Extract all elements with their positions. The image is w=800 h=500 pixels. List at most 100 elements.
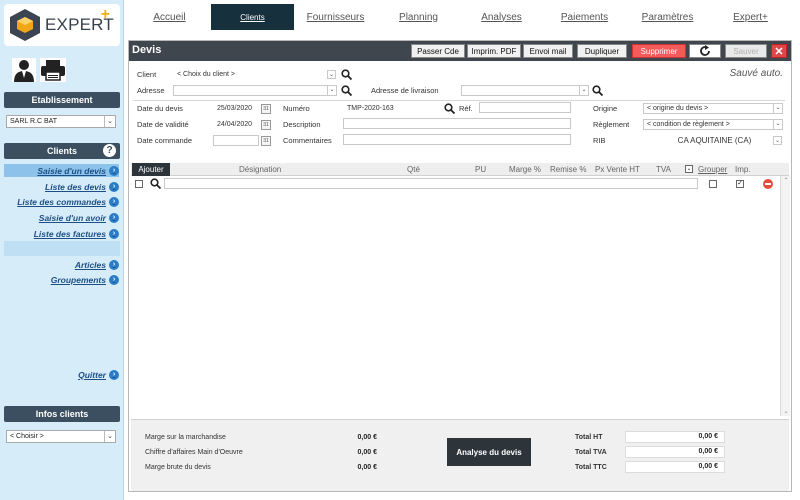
client-select[interactable]: < Choix du client > ⌄ [173,69,337,80]
date-commande-label: Date commande [137,136,193,145]
numero-label: Numéro [283,104,310,113]
col-qte: Qté [407,165,420,174]
description-label: Description [283,120,321,129]
rib-value: CA AQUITAINE (CA) [677,136,752,145]
adresse-select[interactable]: ⌄ [173,85,337,96]
tab-analyses[interactable]: Analyses [460,4,543,30]
designation-input[interactable] [164,178,698,189]
lines-scrollbar[interactable]: ⌃ ⌄ [780,176,790,416]
ajouter-button[interactable]: Ajouter [132,163,170,176]
ref-label: Réf. [459,104,473,113]
sidebar-item-saisie-devis[interactable]: Saisie d'un devis › [4,164,119,177]
date-validite-input[interactable]: 24/04/2020 [213,119,259,130]
etablissement-title: Etablissement [4,92,120,108]
search-icon[interactable] [341,69,352,80]
sidebar-item-label: Groupements [50,274,106,285]
help-icon[interactable]: ? [103,144,116,157]
sidebar-item-liste-factures[interactable]: Liste des factures › [34,227,119,240]
numero-input[interactable]: TMP-2020-163 [343,103,439,114]
user-icons [12,58,66,82]
reglement-label: Règlement [593,120,630,129]
grouper-checkbox[interactable] [709,180,717,188]
imp-checkbox[interactable]: ✓ [736,180,744,188]
tva-dropdown-icon[interactable]: ⌄ [685,165,693,173]
reglement-select[interactable]: < condition de règlement > ⌄ [643,119,783,130]
top-nav: Accueil Clients Fournisseurs Planning An… [128,4,792,30]
etablissement-select[interactable]: SARL R.C BAT ⌄ [6,115,116,128]
sidebar-item-liste-devis[interactable]: Liste des devis › [45,180,119,193]
arrow-right-icon: › [109,274,119,285]
search-icon[interactable] [150,178,161,189]
refresh-button[interactable] [689,44,721,58]
lines-table-body: ✓ [131,176,779,416]
infos-clients-value: < Choisir > [10,433,44,440]
marge-brute-value: 0,00 € [357,464,377,471]
search-icon[interactable] [592,85,603,96]
ref-input[interactable] [479,102,571,113]
dupliquer-button[interactable]: Dupliquer [577,44,627,58]
search-icon[interactable] [341,85,352,96]
clients-title-label: Clients [46,146,77,156]
app-brand-plus: + [100,6,110,23]
sidebar-item-articles[interactable]: Articles › [75,258,119,271]
sidebar-item-label: Saisie d'un devis [37,165,106,176]
tab-accueil[interactable]: Accueil [128,4,211,30]
scroll-down-icon[interactable]: ⌄ [781,408,791,415]
autosave-status: Sauvé auto. [729,68,783,79]
remove-line-icon[interactable] [763,179,773,189]
adresse-livraison-select[interactable]: ⌄ [461,85,589,96]
tab-expert-plus[interactable]: Expert+ [709,4,792,30]
rib-select[interactable]: CA AQUITAINE (CA) ⌄ [643,135,783,146]
total-ttc-label: Total TTC [575,464,607,471]
sidebar-item-liste-commandes[interactable]: Liste des commandes › [17,195,119,208]
supprimer-button[interactable]: Supprimer [632,44,686,58]
description-input[interactable] [343,118,571,129]
imprim-pdf-button[interactable]: Imprim. PDF [467,44,521,58]
close-button[interactable]: ✕ [771,44,787,58]
chevron-down-icon: ⌄ [327,70,336,79]
infos-clients-select[interactable]: < Choisir > ⌄ [6,430,116,443]
clients-title: Clients ? [4,143,120,159]
calendar-icon[interactable]: 31 [261,136,271,146]
total-tva-value: 0,00 € [625,446,725,458]
analyse-devis-button[interactable]: Analyse du devis [447,438,531,466]
printer-icon[interactable] [40,58,66,82]
envoi-mail-button[interactable]: Envoi mail [523,44,573,58]
passer-cde-button[interactable]: Passer Cde [411,44,465,58]
scroll-up-icon[interactable]: ⌃ [781,177,791,184]
user-profile-icon[interactable] [12,58,36,82]
etablissement-value: SARL R.C BAT [10,118,58,125]
arrow-right-icon: › [109,259,119,270]
chevron-down-icon: ⌄ [773,136,782,145]
col-marge: Marge % [509,165,542,174]
tab-fournisseurs[interactable]: Fournisseurs [294,4,377,30]
total-tva-label: Total TVA [575,449,607,456]
commentaires-input[interactable] [343,134,571,145]
devis-panel: Devis Passer Cde Imprim. PDF Envoi mail … [128,40,792,492]
search-icon[interactable] [444,103,455,114]
client-label: Client [137,70,157,79]
panel-header: Devis Passer Cde Imprim. PDF Envoi mail … [129,41,791,61]
col-grouper[interactable]: Grouper [698,165,727,174]
sidebar-item-saisie-avoir[interactable]: Saisie d'un avoir › [39,211,119,224]
tab-paiements[interactable]: Paiements [543,4,626,30]
origine-select[interactable]: < origine du devis > ⌄ [643,103,783,114]
sidebar-item-groupements[interactable]: Groupements › [51,273,119,286]
sidebar-separator [4,241,120,256]
tab-clients[interactable]: Clients [211,4,294,30]
commentaires-label: Commentaires [283,136,332,145]
tab-planning[interactable]: Planning [377,4,460,30]
ca-main-oeuvre-label: Chiffre d'affaires Main d'Oeuvre [145,449,243,456]
calendar-icon[interactable]: 31 [261,120,271,130]
sidebar: EXPERT + Etablissement SARL R.C BAT ⌄ Cl… [0,0,124,500]
sidebar-item-quitter[interactable]: Quitter › [78,368,119,381]
sauver-button[interactable]: Sauver [725,44,767,58]
calendar-icon[interactable]: 31 [261,104,271,114]
col-remise: Remise % [550,165,587,174]
date-commande-input[interactable] [213,135,259,146]
form-divider [133,100,785,101]
date-devis-input[interactable]: 25/03/2020 [213,103,259,114]
row-select-checkbox[interactable] [135,180,143,188]
tab-parametres[interactable]: Paramètres [626,4,709,30]
col-tva: TVA [656,165,671,174]
